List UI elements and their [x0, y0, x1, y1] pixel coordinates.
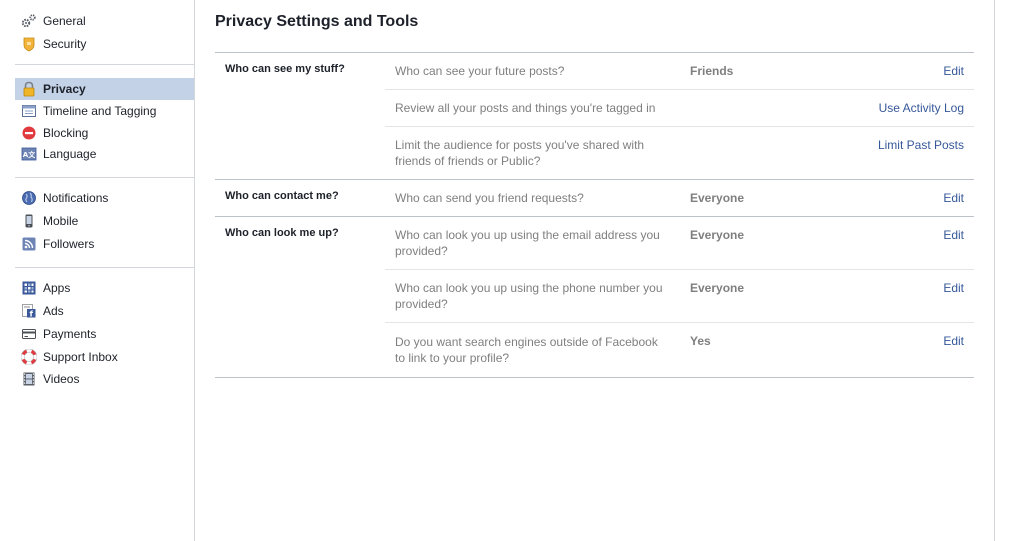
setting-question: Who can look you up using the email addr…: [395, 228, 660, 258]
setting-question: Who can see your future posts?: [395, 64, 565, 78]
setting-row-search-engines: Do you want search engines outside of Fa…: [385, 322, 974, 377]
sidebar-item-label: Blocking: [43, 126, 89, 140]
privacy-settings-table: Who can see my stuff? Who can see your f…: [215, 52, 974, 378]
blocking-icon: [21, 125, 37, 141]
svg-text:A文: A文: [23, 150, 36, 159]
sidebar-item-mobile[interactable]: Mobile: [15, 210, 194, 232]
setting-question: Who can send you friend requests?: [395, 191, 584, 205]
edit-search-engines-link[interactable]: Edit: [943, 333, 964, 349]
settings-section-look-me-up: Who can look me up? Who can look you up …: [215, 217, 974, 378]
sidebar-item-blocking[interactable]: Blocking: [15, 122, 194, 144]
edit-lookup-phone-link[interactable]: Edit: [943, 280, 964, 296]
sidebar-item-general[interactable]: General: [15, 10, 194, 32]
ads-icon: f: [21, 303, 37, 319]
language-icon: A文: [21, 146, 37, 162]
setting-row-friend-requests: Who can send you friend requests? Everyo…: [385, 180, 974, 216]
page-title: Privacy Settings and Tools: [215, 13, 419, 30]
sidebar-divider: [15, 64, 194, 65]
svg-text:f: f: [30, 309, 34, 318]
setting-value: Yes: [690, 334, 711, 348]
sidebar-item-label: General: [43, 14, 86, 28]
setting-value: Everyone: [690, 281, 745, 295]
credit-card-icon: [21, 326, 37, 342]
setting-row-review-posts: Review all your posts and things you're …: [385, 89, 974, 126]
sidebar-item-label: Apps: [43, 281, 71, 295]
sidebar-item-support-inbox[interactable]: Support Inbox: [15, 346, 194, 368]
apps-grid-icon: [21, 280, 37, 296]
settings-section-contact-me: Who can contact me? Who can send you fri…: [215, 180, 974, 217]
sidebar-item-payments[interactable]: Payments: [15, 323, 194, 345]
setting-row-lookup-phone: Who can look you up using the phone numb…: [385, 269, 974, 322]
sidebar-divider: [15, 177, 194, 178]
sidebar-divider: [15, 267, 194, 268]
sidebar-item-security[interactable]: Security: [15, 33, 194, 55]
sidebar-item-label: Support Inbox: [43, 350, 118, 364]
sidebar-item-timeline-and-tagging[interactable]: Timeline and Tagging: [15, 100, 194, 122]
setting-row-future-posts: Who can see your future posts? Friends E…: [385, 53, 974, 89]
setting-value: Friends: [690, 64, 734, 78]
sidebar-item-label: Timeline and Tagging: [43, 104, 157, 118]
sidebar-item-label: Followers: [43, 237, 95, 251]
settings-sidebar: General Security Privacy Timeline and Ta…: [0, 0, 195, 541]
sidebar-item-apps[interactable]: Apps: [15, 277, 194, 299]
edit-future-posts-link[interactable]: Edit: [943, 63, 964, 79]
edit-friend-requests-link[interactable]: Edit: [943, 190, 964, 206]
sidebar-item-label: Ads: [43, 304, 64, 318]
padlock-icon: [21, 81, 37, 97]
sidebar-item-label: Security: [43, 37, 87, 51]
content-right-border: [994, 0, 995, 541]
lifebuoy-icon: [21, 349, 37, 365]
sidebar-item-videos[interactable]: Videos: [15, 368, 194, 390]
limit-past-posts-link[interactable]: Limit Past Posts: [878, 137, 964, 153]
globe-icon: [21, 190, 37, 206]
gears-icon: [21, 13, 37, 29]
sidebar-item-ads[interactable]: f Ads: [15, 300, 194, 322]
sidebar-item-notifications[interactable]: Notifications: [15, 187, 194, 209]
section-title: Who can contact me?: [225, 190, 339, 202]
section-title: Who can see my stuff?: [225, 63, 345, 75]
setting-value: Everyone: [690, 228, 745, 242]
sidebar-item-label: Notifications: [43, 191, 109, 205]
setting-row-lookup-email: Who can look you up using the email addr…: [385, 217, 974, 269]
sidebar-item-label: Privacy: [43, 82, 86, 96]
security-badge-icon: [21, 36, 37, 52]
sidebar-item-followers[interactable]: Followers: [15, 233, 194, 255]
setting-question: Who can look you up using the phone numb…: [395, 281, 663, 311]
sidebar-item-language[interactable]: A文 Language: [15, 143, 194, 165]
setting-value: Everyone: [690, 191, 745, 205]
film-strip-icon: [21, 371, 37, 387]
timeline-icon: [21, 103, 37, 119]
use-activity-log-link[interactable]: Use Activity Log: [879, 100, 964, 116]
settings-section-see-my-stuff: Who can see my stuff? Who can see your f…: [215, 53, 974, 180]
setting-question: Review all your posts and things you're …: [395, 101, 656, 115]
setting-row-limit-past-posts: Limit the audience for posts you've shar…: [385, 126, 974, 179]
setting-question: Limit the audience for posts you've shar…: [395, 138, 645, 168]
sidebar-item-label: Videos: [43, 372, 80, 386]
setting-question: Do you want search engines outside of Fa…: [395, 335, 658, 365]
mobile-phone-icon: [21, 213, 37, 229]
sidebar-item-privacy[interactable]: Privacy: [15, 78, 194, 100]
sidebar-item-label: Payments: [43, 327, 97, 341]
edit-lookup-email-link[interactable]: Edit: [943, 227, 964, 243]
rss-feed-icon: [21, 236, 37, 252]
sidebar-item-label: Language: [43, 147, 97, 161]
sidebar-item-label: Mobile: [43, 214, 79, 228]
section-title: Who can look me up?: [225, 227, 339, 239]
